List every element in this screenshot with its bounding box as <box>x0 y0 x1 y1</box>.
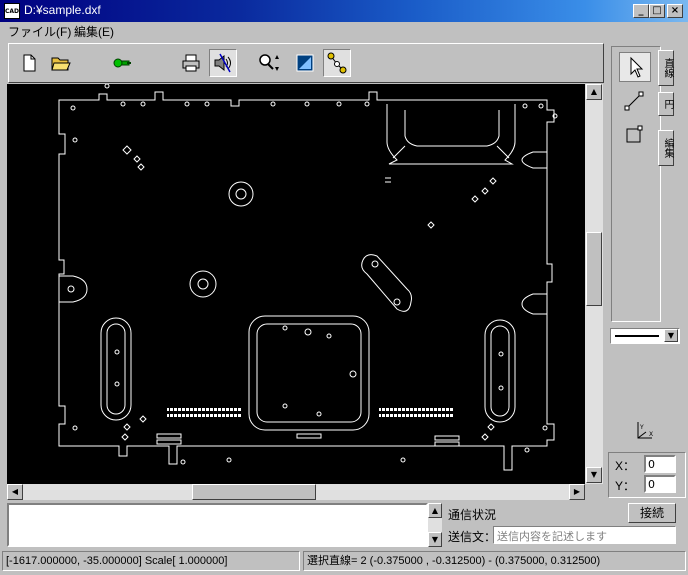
message-log[interactable] <box>7 503 428 547</box>
message-scrollbar[interactable]: ▲ ▼ <box>428 503 442 547</box>
minimize-button[interactable]: _ <box>633 4 649 18</box>
app-icon: CAD <box>4 3 20 19</box>
rect-tool-button[interactable] <box>619 120 651 150</box>
svg-text:X: X <box>649 431 653 438</box>
pointer-tool-button[interactable] <box>619 52 651 82</box>
new-file-icon <box>23 54 36 72</box>
window-title: D:¥sample.dxf <box>24 3 101 17</box>
drawing-canvas[interactable] <box>7 84 585 484</box>
cad-drawing <box>58 84 558 471</box>
status-coordinates: [-1617.000000, -35.000000] Scale[ 1.0000… <box>2 551 300 571</box>
message-scroll-up[interactable]: ▲ <box>428 503 442 518</box>
rect-tool-icon <box>626 125 643 143</box>
horizontal-scroll-thumb[interactable] <box>192 484 316 500</box>
fit-view-button[interactable] <box>291 49 319 77</box>
print-icon <box>182 54 200 72</box>
message-scroll-down[interactable]: ▼ <box>428 532 442 547</box>
horizontal-scrollbar[interactable]: ◀ ▶ <box>7 484 585 500</box>
title-bar: CAD D:¥sample.dxf _ □ × <box>0 0 688 22</box>
line-tool-icon <box>624 91 644 111</box>
zoom-button[interactable] <box>255 49 283 77</box>
tab-circle[interactable]: 円 <box>658 92 674 116</box>
close-button[interactable]: × <box>667 4 683 18</box>
settings-button[interactable] <box>109 49 137 77</box>
line-style-select[interactable]: ▼ <box>610 328 680 344</box>
wrench-icon <box>113 58 131 68</box>
scroll-right-button[interactable]: ▶ <box>569 484 585 500</box>
print-button[interactable] <box>177 49 205 77</box>
fit-view-icon <box>296 54 314 72</box>
scroll-down-button[interactable]: ▼ <box>586 467 602 483</box>
x-label: X： <box>615 459 636 473</box>
menu-bar: ファイル(F) 編集(E) <box>0 22 688 40</box>
menu-edit[interactable]: 編集(E) <box>70 23 118 40</box>
toolbar <box>8 43 604 83</box>
line-style-sample <box>615 335 659 337</box>
scroll-up-button[interactable]: ▲ <box>586 84 602 100</box>
tab-edit[interactable]: 編集 <box>658 130 674 166</box>
status-selection: 選択直線= 2 (-0.375000 , -0.312500) - (0.375… <box>303 551 686 571</box>
x-coordinate-field[interactable]: 0 <box>644 455 676 473</box>
send-text-label: 送信文： <box>448 530 497 544</box>
scroll-corner <box>585 484 603 500</box>
open-file-button[interactable] <box>47 49 75 77</box>
node-select-button[interactable] <box>323 49 351 77</box>
new-file-button[interactable] <box>15 49 43 77</box>
tab-line[interactable]: 直線 <box>658 50 674 86</box>
svg-text:Y: Y <box>639 424 644 431</box>
y-coordinate-field[interactable]: 0 <box>644 475 676 493</box>
y-label: Y： <box>615 479 636 493</box>
pointer-icon <box>630 56 644 78</box>
send-text-input[interactable]: 送信内容を記述します <box>493 526 676 544</box>
comm-status-label: 通信状況 <box>448 508 497 522</box>
sound-button[interactable] <box>209 49 237 77</box>
line-style-dropdown-arrow[interactable]: ▼ <box>664 329 678 342</box>
vertical-scrollbar[interactable]: ▲ ▼ <box>585 84 603 484</box>
vertical-scroll-thumb[interactable] <box>586 232 602 306</box>
open-folder-icon <box>51 57 71 71</box>
axis-icon: YX <box>637 422 653 439</box>
maximize-button[interactable]: □ <box>649 4 665 18</box>
zoom-icon <box>259 54 279 71</box>
tool-palette: 直線 円 編集 ▼ YX X： 0 Y： 0 <box>608 44 686 499</box>
node-select-icon <box>327 52 347 74</box>
connect-button[interactable]: 接続 <box>628 503 676 523</box>
sound-wave-icon <box>214 53 231 73</box>
menu-file[interactable]: ファイル(F) <box>4 23 75 40</box>
line-tool-button[interactable] <box>619 86 651 116</box>
scroll-left-button[interactable]: ◀ <box>7 484 23 500</box>
